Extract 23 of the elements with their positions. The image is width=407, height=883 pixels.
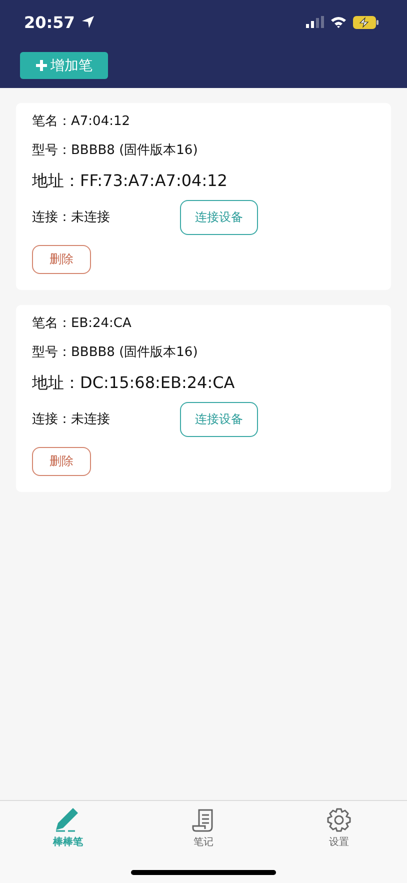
- plus-icon: [36, 60, 46, 71]
- battery-charging-icon: [353, 16, 379, 28]
- wifi-icon: [330, 16, 347, 28]
- tab[interactable]: 笔记: [136, 801, 272, 853]
- delete-button[interactable]: 删除: [32, 245, 91, 274]
- connection-status: 连接：未连接: [32, 208, 111, 226]
- add-pen-button[interactable]: 增加笔: [20, 52, 108, 79]
- pen-model: 型号：BBBB8 (固件版本16): [32, 344, 199, 362]
- tab[interactable]: 棒棒笔: [0, 801, 136, 853]
- pen-address: 地址：DC:15:68:EB:24:CA: [32, 372, 236, 394]
- signal-icon: [306, 16, 324, 28]
- pen-address: 地址：FF:73:A7:A7:04:12: [32, 170, 228, 192]
- settings-icon: [326, 807, 352, 833]
- location-arrow-icon: [80, 15, 95, 29]
- pen-model: 型号：BBBB8 (固件版本16): [32, 142, 199, 160]
- connect-device-button[interactable]: 连接设备: [180, 200, 258, 234]
- status-time: 20:57: [24, 12, 75, 32]
- connect-device-button[interactable]: 连接设备: [180, 402, 258, 436]
- tab[interactable]: 设置: [271, 801, 407, 853]
- connection-status: 连接：未连接: [32, 410, 111, 428]
- pen-name: 笔名：EB:24:CA: [32, 315, 132, 333]
- pen-name: 笔名：A7:04:12: [32, 113, 132, 131]
- delete-button[interactable]: 删除: [32, 447, 91, 476]
